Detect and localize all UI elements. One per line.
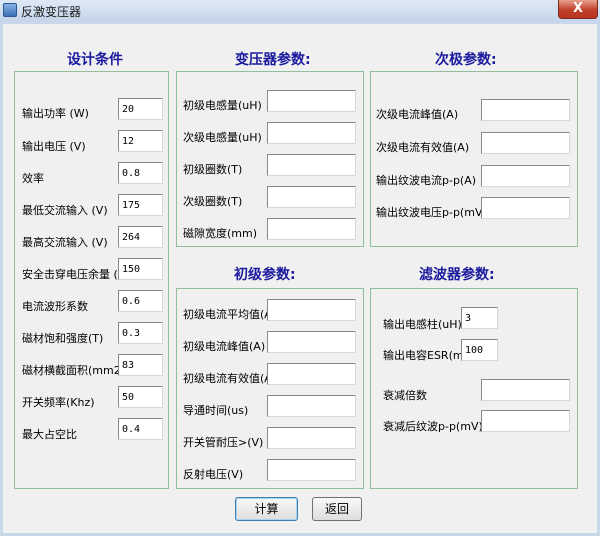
primary-group: 初级电流平均值(A) 初级电流峰值(A) 初级电流有效值(A) 导通时间(us)… <box>176 288 364 489</box>
max-ac-input-label: 最高交流输入 (V) <box>22 236 108 249</box>
primary-peak-current-label: 初级电流峰值(A) <box>183 340 266 353</box>
secondary-inductance-input[interactable] <box>267 122 356 144</box>
app-icon <box>3 3 17 17</box>
design-section-title: 设计条件 <box>67 52 123 68</box>
output-cap-esr-input[interactable] <box>461 339 498 361</box>
primary-peak-current-input[interactable] <box>267 331 356 353</box>
output-inductor-input[interactable] <box>461 307 498 329</box>
transformer-group: 初级电感量(uH) 次级电感量(uH) 初级圈数(T) 次级圈数(T) 磁隙宽度… <box>176 71 364 247</box>
breakdown-margin-label: 安全击穿电压余量 (V) <box>22 268 130 281</box>
transformer-section-title: 变压器参数: <box>235 52 311 68</box>
secondary-turns-label: 次级圈数(T) <box>183 195 243 208</box>
air-gap-label: 磁隙宽度(mm) <box>183 227 258 240</box>
secondary-peak-current-label: 次级电流峰值(A) <box>376 108 459 121</box>
secondary-group: 次级电流峰值(A) 次级电流有效值(A) 输出纹波电流p-p(A) 输出纹波电压… <box>370 71 578 247</box>
waveform-factor-input[interactable] <box>118 290 163 312</box>
secondary-turns-input[interactable] <box>267 186 356 208</box>
output-power-input[interactable] <box>118 98 163 120</box>
core-area-label: 磁材横截面积(mm2) <box>22 364 126 377</box>
primary-section-title: 初级参数: <box>234 267 296 283</box>
primary-avg-current-input[interactable] <box>267 299 356 321</box>
min-ac-input-label: 最低交流输入 (V) <box>22 204 108 217</box>
primary-inductance-input[interactable] <box>267 90 356 112</box>
calculate-button[interactable]: 计算 <box>235 497 298 521</box>
attenuation-factor-label: 衰减倍数 <box>383 389 427 402</box>
reflected-voltage-input[interactable] <box>267 459 356 481</box>
primary-turns-label: 初级圈数(T) <box>183 163 243 176</box>
max-duty-input[interactable] <box>118 418 163 440</box>
filter-section-title: 滤波器参数: <box>419 267 495 283</box>
min-ac-input-input[interactable] <box>118 194 163 216</box>
primary-inductance-label: 初级电感量(uH) <box>183 99 262 112</box>
window-title: 反激变压器 <box>21 5 82 19</box>
primary-avg-current-label: 初级电流平均值(A) <box>183 308 277 321</box>
saturation-input[interactable] <box>118 322 163 344</box>
output-power-label: 输出功率 (W) <box>22 107 89 120</box>
filtered-ripple-input[interactable] <box>481 410 570 432</box>
filter-group: 输出电感柱(uH) 输出电容ESR(moh) 衰减倍数 衰减后纹波p-p(mV) <box>370 288 578 489</box>
secondary-rms-current-label: 次级电流有效值(A) <box>376 141 470 154</box>
secondary-inductance-label: 次级电感量(uH) <box>183 131 262 144</box>
on-time-label: 导通时间(us) <box>183 404 249 417</box>
switch-voltage-input[interactable] <box>267 427 356 449</box>
output-inductor-label: 输出电感柱(uH) <box>383 318 462 331</box>
secondary-section-title: 次极参数: <box>435 52 497 68</box>
title-bar[interactable]: 反激变压器 X <box>0 0 600 22</box>
breakdown-margin-input[interactable] <box>118 258 163 280</box>
primary-rms-current-input[interactable] <box>267 363 356 385</box>
switch-voltage-label: 开关管耐压>(V) <box>183 436 264 449</box>
efficiency-input[interactable] <box>118 162 163 184</box>
output-voltage-label: 输出电压 (V) <box>22 140 86 153</box>
output-voltage-input[interactable] <box>118 130 163 152</box>
attenuation-factor-input[interactable] <box>481 379 570 401</box>
efficiency-label: 效率 <box>22 172 44 185</box>
saturation-label: 磁材饱和强度(T) <box>22 332 104 345</box>
ripple-voltage-label: 输出纹波电压p-p(mV) <box>376 206 487 219</box>
ripple-current-label: 输出纹波电流p-p(A) <box>376 174 477 187</box>
primary-turns-input[interactable] <box>267 154 356 176</box>
waveform-factor-label: 电流波形系数 <box>22 300 88 313</box>
ripple-current-input[interactable] <box>481 165 570 187</box>
secondary-rms-current-input[interactable] <box>481 132 570 154</box>
max-ac-input-input[interactable] <box>118 226 163 248</box>
max-duty-label: 最大占空比 <box>22 428 77 441</box>
close-button[interactable]: X <box>558 0 598 19</box>
back-button[interactable]: 返回 <box>312 497 362 521</box>
air-gap-input[interactable] <box>267 218 356 240</box>
secondary-peak-current-input[interactable] <box>481 99 570 121</box>
switch-freq-label: 开关频率(Khz) <box>22 396 95 409</box>
primary-rms-current-label: 初级电流有效值(A) <box>183 372 277 385</box>
design-group: 输出功率 (W) 输出电压 (V) 效率 最低交流输入 (V) 最高交流输入 (… <box>14 71 169 489</box>
on-time-input[interactable] <box>267 395 356 417</box>
ripple-voltage-input[interactable] <box>481 197 570 219</box>
switch-freq-input[interactable] <box>118 386 163 408</box>
reflected-voltage-label: 反射电压(V) <box>183 468 244 481</box>
core-area-input[interactable] <box>118 354 163 376</box>
filtered-ripple-label: 衰减后纹波p-p(mV) <box>383 420 483 433</box>
